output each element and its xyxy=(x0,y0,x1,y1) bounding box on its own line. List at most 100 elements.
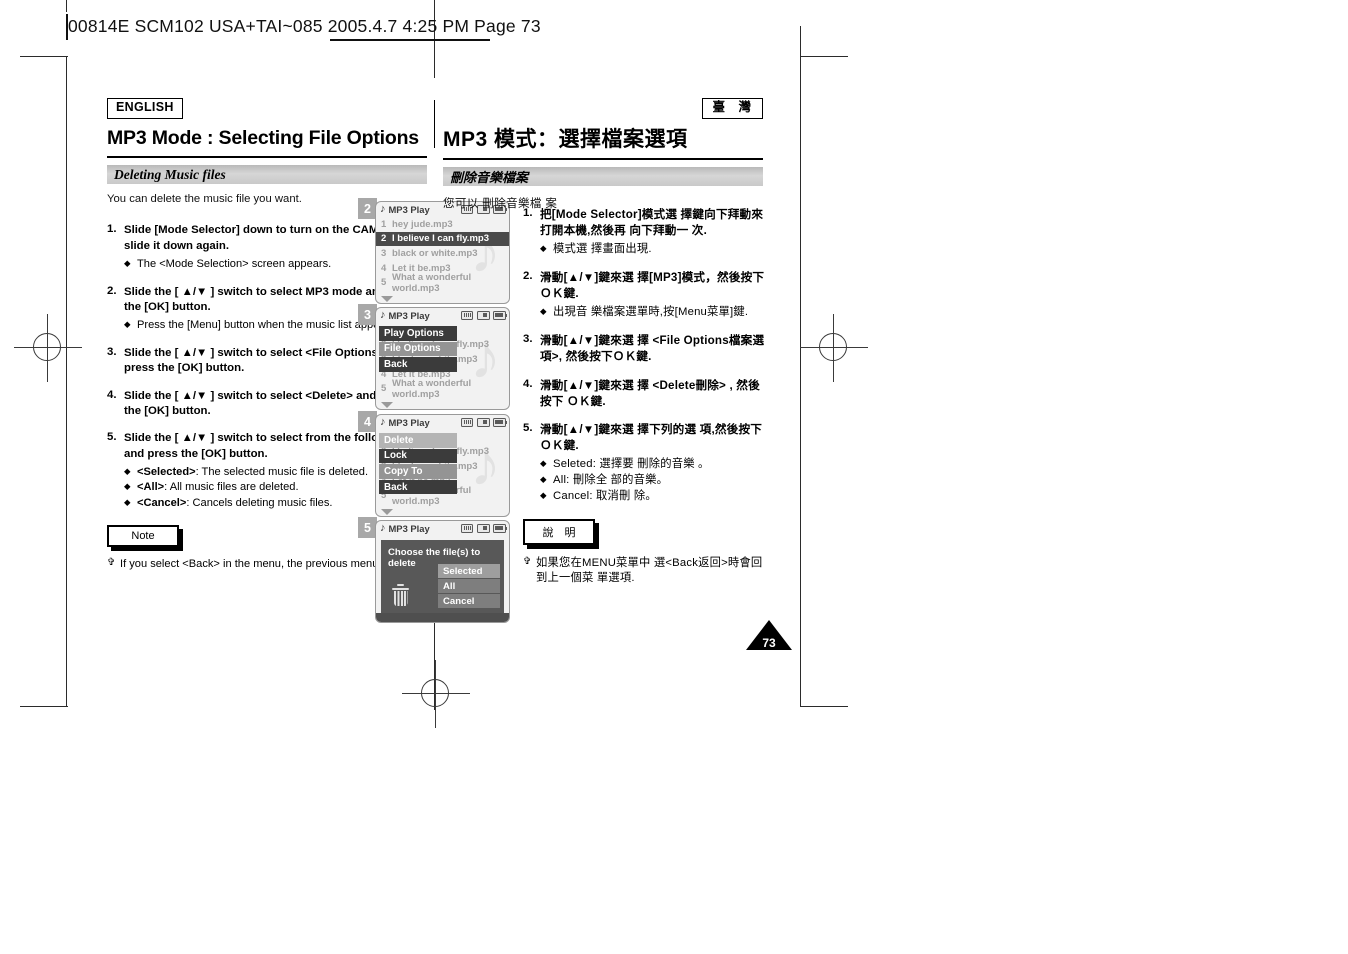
page-number-badge: 73 xyxy=(746,620,792,650)
lcd-screenshot-5: 5♪MP3 Play♪Choose the file(s) to deleteS… xyxy=(358,517,514,627)
menu-item-copy-to[interactable]: Copy To xyxy=(379,464,457,479)
step-number: 5. xyxy=(523,422,533,435)
note-bullet-icon-english: ✞ xyxy=(107,556,116,568)
section-bar-chinese: 刪除音樂檔案 xyxy=(443,167,763,187)
dialog-option-selected[interactable]: Selected xyxy=(438,564,500,578)
step-bullet-list: ◆ 出現音 樂檔案選單時,按[Menu菜單]鍵. xyxy=(540,305,766,320)
crop-mark-left-v-mid xyxy=(66,56,68,706)
file-name: hey jude.mp3 xyxy=(392,218,453,230)
menu-item-play-options[interactable]: Play Options xyxy=(379,326,457,341)
memory-card-icon xyxy=(461,310,473,320)
step-bullet-text: 出現音 樂檔案選單時,按[Menu菜單]鍵. xyxy=(553,306,749,319)
step-number: 5. xyxy=(107,431,117,444)
step-number: 3. xyxy=(523,333,533,346)
chevron-down-icon[interactable] xyxy=(381,296,393,302)
menu-item-file-options[interactable]: File Options xyxy=(379,341,457,357)
step-number: 1. xyxy=(107,223,117,236)
music-note-icon: ♪ xyxy=(380,203,386,215)
chinese-column: 臺 灣 MP3 模式：選擇檔案選項 刪除音樂檔案 您可以 刪除音樂檔 案 xyxy=(443,98,763,211)
diamond-bullet-icon: ◆ xyxy=(124,481,131,492)
page-title-english: MP3 Mode : Selecting File Options xyxy=(107,126,419,149)
title-rule-english xyxy=(107,155,427,159)
lcd-title-text: MP3 Play xyxy=(388,310,430,321)
step-number: 1. xyxy=(523,207,533,219)
step-bullet-text: <Cancel>: Cancels deleting music files. xyxy=(137,496,333,509)
note-box-english: Note xyxy=(107,525,183,551)
music-file-row[interactable]: 5 What a wonderful world.mp3 xyxy=(376,272,509,294)
diamond-bullet-icon: ◆ xyxy=(540,242,547,253)
lcd-screen: ♪MP3 Play♪1hey jude.mp32I believe I can … xyxy=(375,201,510,304)
menu-item-delete[interactable]: Delete xyxy=(379,433,457,448)
lcd-status-icons xyxy=(461,310,508,320)
crop-mark-bottom-right-h xyxy=(800,706,848,708)
step-text: 滑動[▲/▼]鍵來選 擇[MP3]模式，然後按下 ＯＫ鍵. xyxy=(540,271,765,301)
battery-icon xyxy=(493,523,508,533)
note-body-chinese: ✞ 如果您在MENU菜單中 選<Back返回>時會回 到上一個菜 單選項. xyxy=(523,556,766,587)
lcd-screen: ♪MP3 Play♪1hey jude.mp32I believe I can … xyxy=(375,307,510,410)
step-bullet-item: ◆ 模式選 擇畫面出現. xyxy=(540,242,766,257)
file-index: 3 xyxy=(381,247,387,259)
lcd-screen: ♪MP3 Play♪1hey jude.mp32I believe I can … xyxy=(375,414,510,517)
step-bullet-text: Seleted: 選擇要 刪除的音樂 。 xyxy=(553,458,710,471)
lcd-body: ♪Choose the file(s) to deleteSelectedAll… xyxy=(376,536,509,622)
lcd-title-text: MP3 Play xyxy=(388,523,430,534)
step-text: 滑動[▲/▼]鍵來選 擇 <File Options檔案選 項>, 然後按下ＯＫ… xyxy=(540,334,765,364)
step-bullet-text: 模式選 擇畫面出現. xyxy=(553,242,652,255)
dialog-option-cancel[interactable]: Cancel xyxy=(438,594,500,608)
steps-list-chinese: 1. 把[Mode Selector]模式選 擇鍵向下拜動來打開本機,然後再 向下… xyxy=(523,207,766,517)
step-bullet-text: Cancel: 取消刪 除。 xyxy=(553,489,657,502)
music-file-row[interactable]: 3 black or white.mp3 xyxy=(376,246,509,261)
step-bullet-text: All: 刪除全 部的音樂。 xyxy=(553,473,669,486)
page-title-chinese: MP3 模式：選擇檔案選項 xyxy=(443,127,688,151)
lcd-body: ♪1hey jude.mp32I believe I can fly.mp33b… xyxy=(376,323,509,409)
diamond-bullet-icon: ◆ xyxy=(540,473,547,484)
music-note-icon: ♪ xyxy=(380,309,386,321)
crop-mark-left-h xyxy=(20,56,68,58)
diamond-bullet-icon: ◆ xyxy=(124,257,131,268)
step-bullet-text: <Selected>: The selected music file is d… xyxy=(137,465,369,478)
trash-icon xyxy=(392,583,409,608)
music-file-row[interactable]: 1 hey jude.mp3 xyxy=(376,217,509,232)
step-bullet-item: ◆ All: 刪除全 部的音樂。 xyxy=(540,473,766,488)
step-number: 3. xyxy=(107,345,117,358)
diamond-bullet-icon: ◆ xyxy=(124,465,131,476)
file-name: What a wonderful world.mp3 xyxy=(392,271,472,294)
lcd-title-bar: ♪ MP3 Play xyxy=(376,308,509,323)
lcd-screen: ♪MP3 Play♪Choose the file(s) to deleteSe… xyxy=(375,520,510,623)
lcd-body: ♪1hey jude.mp32I believe I can fly.mp33b… xyxy=(376,217,509,303)
note-label-chinese: 說 明 xyxy=(523,519,595,545)
note-label-english: Note xyxy=(107,525,179,547)
step-bullet-list: ◆ 模式選 擇畫面出現. xyxy=(540,242,766,257)
step-bullet-text: <All>: All music files are deleted. xyxy=(137,481,299,494)
language-tag-chinese: 臺 灣 xyxy=(701,98,763,119)
menu-item-back[interactable]: Back xyxy=(379,357,457,372)
dialog-option-all[interactable]: All xyxy=(438,579,500,593)
battery-icon xyxy=(493,310,508,320)
step-text: 滑動[▲/▼]鍵來選 擇下列的選 項,然後按下 ＯＫ鍵. xyxy=(540,423,763,453)
screen-icon xyxy=(476,417,490,427)
diamond-bullet-icon: ◆ xyxy=(540,306,547,317)
section-title-chinese: 刪除音樂檔案 xyxy=(450,170,529,186)
file-index: 5 xyxy=(381,383,387,395)
file-index: 5 xyxy=(381,277,387,289)
diamond-bullet-icon: ◆ xyxy=(540,458,547,469)
lcd-screenshot-3: 3♪MP3 Play♪1hey jude.mp32I believe I can… xyxy=(358,304,514,414)
step-bullet-list: ◆ Seleted: 選擇要 刪除的音樂 。 ◆ All: 刪除全 部的音樂。 ◆ Can… xyxy=(540,457,766,503)
lcd-status-icons xyxy=(461,523,508,533)
menu-item-lock[interactable]: Lock xyxy=(379,448,457,464)
menu-item-back[interactable]: Back xyxy=(379,479,457,495)
chevron-down-icon[interactable] xyxy=(381,509,393,515)
chevron-down-icon[interactable] xyxy=(381,402,393,408)
crop-mark-bottom-left-h xyxy=(20,706,68,708)
diamond-bullet-icon: ◆ xyxy=(124,496,131,507)
diamond-bullet-icon: ◆ xyxy=(540,489,547,500)
section-title-english: Deleting Music files xyxy=(114,166,226,182)
music-file-row[interactable]: 5 What a wonderful world.mp3 xyxy=(376,378,509,400)
column-divider xyxy=(434,100,436,148)
step-bullet-item: ◆ Seleted: 選擇要 刪除的音樂 。 xyxy=(540,457,766,472)
crop-mark-top-left-v xyxy=(66,0,68,12)
music-file-row[interactable]: 2 I believe I can fly.mp3 xyxy=(376,231,509,247)
screen-icon xyxy=(476,310,490,320)
file-name: What a wonderful world.mp3 xyxy=(392,377,472,400)
file-name: I believe I can fly.mp3 xyxy=(392,233,489,245)
